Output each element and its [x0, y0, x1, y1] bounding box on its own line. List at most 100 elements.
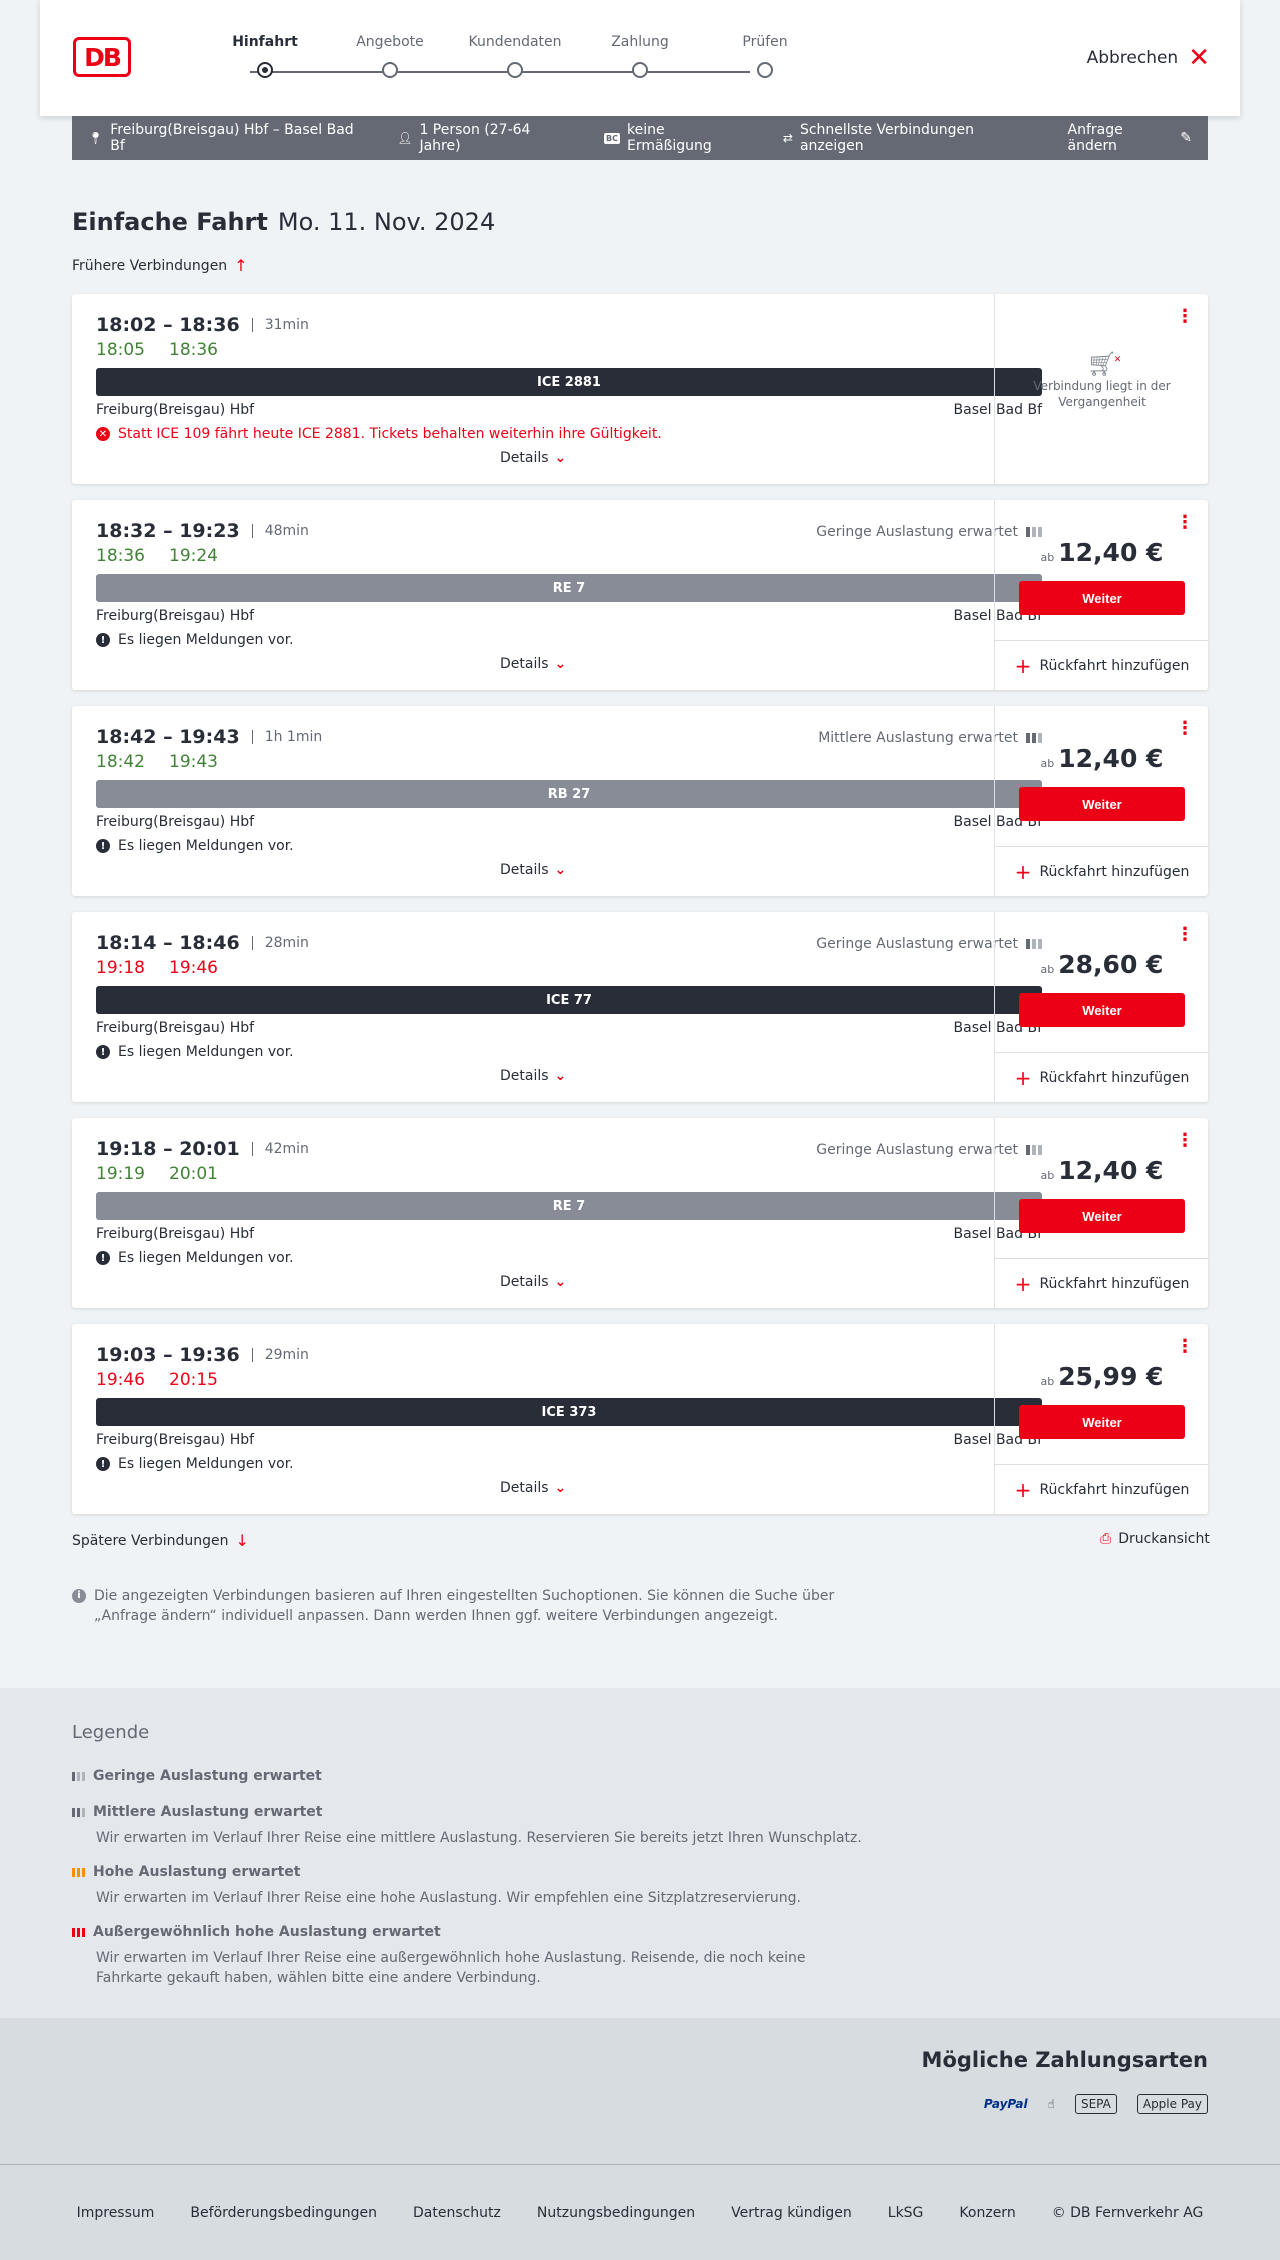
schedule-times: 19:03 – 19:36 29min	[96, 1344, 309, 1366]
details-label: Details	[500, 1274, 549, 1290]
legend-item-description: Wir erwarten im Verlauf Ihrer Reise eine…	[96, 1950, 806, 1986]
train-bar[interactable]: ICE 2881	[96, 368, 1042, 396]
price: ab 28,60 €	[995, 950, 1209, 979]
alert-icon: !	[96, 633, 110, 647]
duration: 42min	[251, 1142, 309, 1156]
train-bar[interactable]: ICE 373	[96, 1398, 1042, 1426]
train-bar[interactable]: RE 7	[96, 574, 1042, 602]
footer-link[interactable]: Konzern	[959, 2205, 1015, 2221]
occupancy-very-high-icon	[72, 1927, 85, 1937]
footer-link[interactable]: Datenschutz	[413, 2205, 501, 2221]
step-label: Kundendaten	[468, 34, 562, 50]
price-prefix: ab	[1040, 757, 1055, 770]
disruption-text: Statt ICE 109 fährt heute ICE 2881. Tick…	[118, 426, 662, 442]
details-toggle[interactable]: Details ⌄	[500, 1480, 566, 1496]
payment-title: Mögliche Zahlungsarten	[921, 2048, 1208, 2072]
chevron-down-icon: ⌄	[554, 1274, 567, 1290]
price-value: 12,40 €	[1058, 744, 1164, 773]
connection-card: 18:42 – 19:43 1h 1min 18:42 19:43 Mittlere A…	[72, 706, 1209, 896]
price-value: 12,40 €	[1058, 538, 1164, 567]
details-toggle[interactable]: Details ⌄	[500, 1068, 566, 1084]
details-toggle[interactable]: Details ⌄	[500, 1274, 566, 1290]
realtime-times: 19:19 20:01	[96, 1164, 218, 1184]
details-label: Details	[500, 862, 549, 878]
continue-button[interactable]: Weiter	[1019, 993, 1185, 1027]
earlier-connections-link[interactable]: Frühere Verbindungen ↑	[72, 256, 248, 275]
step-kundendaten: Kundendaten	[460, 34, 570, 78]
error-icon: ✕	[96, 427, 110, 441]
page-header: DB Hinfahrt Angebote Kundendaten Zahlung…	[40, 0, 1240, 116]
continue-button[interactable]: Weiter	[1019, 787, 1185, 821]
connection-info: 19:03 – 19:36 29min 19:46 20:15 ICE 373 Freib…	[96, 1324, 1042, 1514]
occupancy-medium-icon	[72, 1807, 85, 1817]
chevron-down-icon: ⌄	[554, 1068, 567, 1084]
price: ab 25,99 €	[995, 1362, 1209, 1391]
details-toggle[interactable]: Details ⌄	[500, 862, 566, 878]
footer-link[interactable]: LkSG	[888, 2205, 924, 2221]
schedule-time-text: 18:02 – 18:36	[96, 314, 240, 336]
details-label: Details	[500, 450, 549, 466]
add-return-trip-button[interactable]: + Rückfahrt hinzufügen	[995, 1052, 1209, 1102]
add-return-trip-button[interactable]: + Rückfahrt hinzufügen	[995, 846, 1209, 896]
realtime-departure: 19:46	[96, 1370, 145, 1390]
alert-icon: !	[96, 1251, 110, 1265]
add-return-trip-button[interactable]: + Rückfahrt hinzufügen	[995, 1464, 1209, 1514]
train-bar[interactable]: ICE 77	[96, 986, 1042, 1014]
schedule-times: 18:14 – 18:46 28min	[96, 932, 309, 954]
departure-station: Freiburg(Breisgau) Hbf	[96, 1226, 255, 1242]
legend-item-description: Wir erwarten im Verlauf Ihrer Reise eine…	[96, 1830, 862, 1846]
details-toggle[interactable]: Details ⌄	[500, 656, 566, 672]
add-return-trip-button[interactable]: + Rückfahrt hinzufügen	[995, 640, 1209, 690]
train-bar[interactable]: RB 27	[96, 780, 1042, 808]
footer-link[interactable]: Impressum	[77, 2205, 155, 2221]
train-bar[interactable]: RE 7	[96, 1192, 1042, 1220]
footer-link[interactable]: Vertrag kündigen	[731, 2205, 852, 2221]
connection-card: 19:18 – 20:01 42min 19:19 20:01 Geringe Ausl…	[72, 1118, 1209, 1308]
alert-icon: !	[96, 1457, 110, 1471]
past-connection-notice: 🛒︎ Verbindung liegt in der Vergangenheit	[995, 352, 1209, 410]
occupancy-label: Geringe Auslastung erwartet	[816, 1142, 1018, 1158]
summary-route: 📍︎ Freiburg(Breisgau) Hbf – Basel Bad Bf	[88, 122, 363, 154]
footer-link[interactable]: Beförderungsbedingungen	[190, 2205, 377, 2221]
chevron-down-icon: ⌄	[554, 862, 567, 878]
footer-link[interactable]: © DB Fernverkehr AG	[1052, 2205, 1204, 2221]
schedule-times: 18:02 – 18:36 31min	[96, 314, 309, 336]
cancel-button[interactable]: Abbrechen ✕	[1087, 45, 1210, 71]
add-return-trip-label: Rückfahrt hinzufügen	[1039, 863, 1190, 880]
continue-button[interactable]: Weiter	[1019, 581, 1185, 615]
more-options-icon[interactable]: ⋮	[1176, 308, 1194, 326]
summary-fastest[interactable]: ⇄ Schnellste Verbindungen anzeigen	[783, 122, 1034, 154]
more-options-icon[interactable]: ⋮	[1176, 720, 1194, 738]
db-logo[interactable]: DB	[73, 37, 131, 77]
swap-arrows-icon: ⇄	[782, 131, 793, 145]
print-view-link[interactable]: ⎙ Druckansicht	[1100, 1531, 1210, 1547]
step-zahlung: Zahlung	[585, 34, 695, 78]
offer-panel: ⋮ ab 28,60 € Weiter + Rückfahrt hinzufügen	[994, 912, 1209, 1102]
more-options-icon[interactable]: ⋮	[1176, 514, 1194, 532]
bahncard-icon: BC	[604, 132, 621, 144]
price: ab 12,40 €	[995, 744, 1209, 773]
step-label: Angebote	[356, 34, 424, 50]
summary-fastest-text: Schnellste Verbindungen anzeigen	[799, 122, 975, 154]
change-request-button[interactable]: Anfrage ändern ✎	[1068, 122, 1192, 154]
later-connections-link[interactable]: Spätere Verbindungen ↓	[72, 1531, 249, 1550]
more-options-icon[interactable]: ⋮	[1176, 926, 1194, 944]
more-options-icon[interactable]: ⋮	[1176, 1338, 1194, 1356]
schedule-time-text: 19:03 – 19:36	[96, 1344, 240, 1366]
plus-icon: +	[1014, 1065, 1032, 1090]
more-options-icon[interactable]: ⋮	[1176, 1132, 1194, 1150]
alert-icon: !	[96, 839, 110, 853]
notice-text: Es liegen Meldungen vor.	[118, 632, 294, 648]
disruption-message: ✕ Statt ICE 109 fährt heute ICE 2881. Tic…	[96, 426, 662, 442]
price-prefix: ab	[1040, 551, 1055, 564]
details-toggle[interactable]: Details ⌄	[500, 450, 566, 466]
continue-button[interactable]: Weiter	[1019, 1405, 1185, 1439]
add-return-trip-button[interactable]: + Rückfahrt hinzufügen	[995, 1258, 1209, 1308]
paypal-icon: PayPal	[983, 2097, 1028, 2111]
trip-type: Einfache Fahrt	[72, 208, 268, 236]
search-summary-bar: 📍︎ Freiburg(Breisgau) Hbf – Basel Bad Bf …	[72, 116, 1208, 160]
chevron-down-icon: ⌄	[554, 1480, 567, 1496]
continue-button[interactable]: Weiter	[1019, 1199, 1185, 1233]
footer-link[interactable]: Nutzungsbedingungen	[537, 2205, 695, 2221]
price-prefix: ab	[1040, 1169, 1055, 1182]
